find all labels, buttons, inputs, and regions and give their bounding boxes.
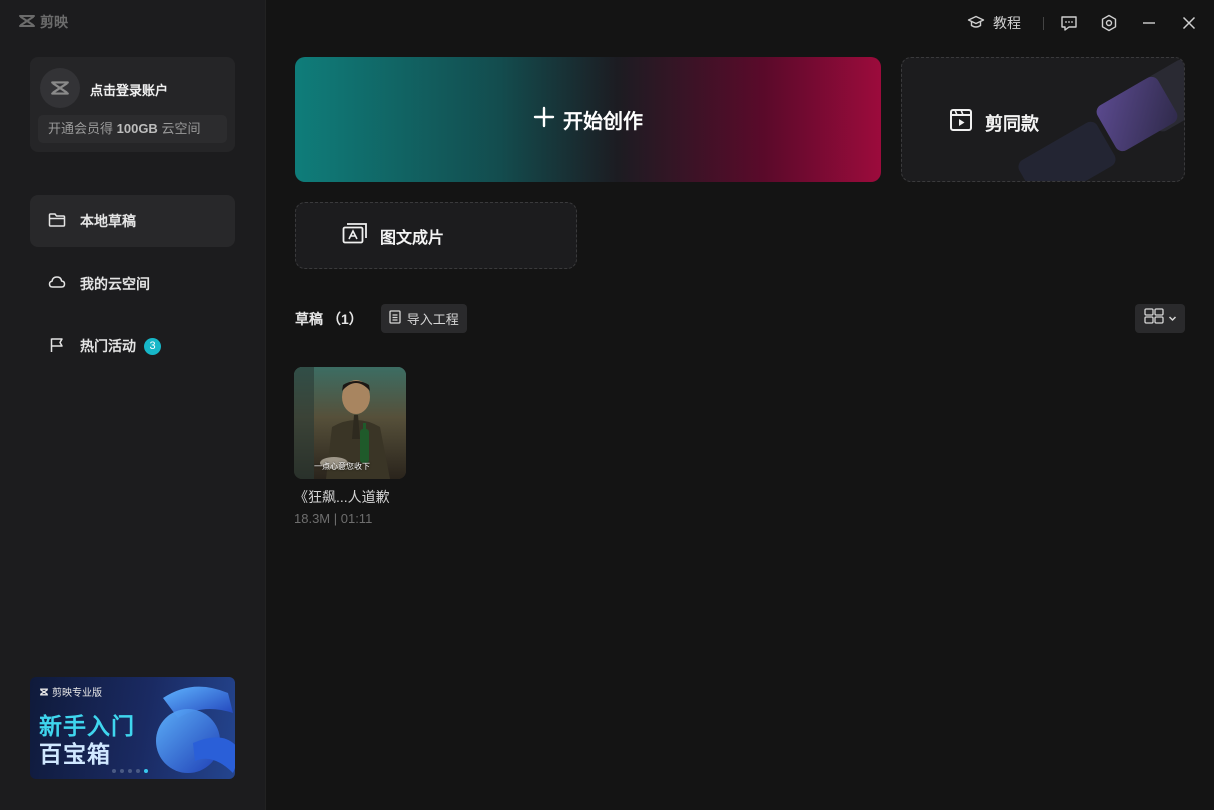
sidebar-nav: 本地草稿 我的云空间 热门活动 3 <box>30 195 235 383</box>
cloud-icon <box>48 274 66 293</box>
banner-dot-active[interactable] <box>144 769 148 773</box>
text-image-icon <box>342 222 368 249</box>
banner-dot[interactable] <box>112 769 116 773</box>
app-logo-text: 剪映 <box>40 14 68 30</box>
sidebar-item-local-drafts[interactable]: 本地草稿 <box>30 195 235 247</box>
template-label: 剪同款 <box>985 113 1039 134</box>
settings-button[interactable] <box>1098 12 1120 34</box>
login-link[interactable]: 点击登录账户 <box>90 80 168 99</box>
vip-promo[interactable]: 开通会员得 100GB 云空间 <box>38 115 227 143</box>
image-to-video-label: 图文成片 <box>380 229 445 247</box>
grid-view-icon <box>1143 308 1164 329</box>
capcut-logo-icon <box>18 14 36 31</box>
app-logo: 剪映 <box>18 12 68 32</box>
banner-dot[interactable] <box>128 769 132 773</box>
draft-thumbnail[interactable]: 一点心意您收下 <box>294 367 406 479</box>
plus-icon <box>533 106 555 133</box>
tutorial-button[interactable]: 教程 <box>967 12 1021 34</box>
minimize-icon <box>1143 22 1155 24</box>
notification-badge: 3 <box>144 337 161 355</box>
titlebar-divider <box>1043 16 1044 30</box>
graduation-cap-icon <box>967 14 985 33</box>
banner-brand-text: 剪映专业版 <box>52 688 102 699</box>
import-project-button[interactable]: 导入工程 <box>380 304 467 333</box>
capcut-avatar-icon <box>51 81 69 95</box>
tutorial-label: 教程 <box>993 15 1021 31</box>
avatar[interactable] <box>40 68 80 108</box>
vip-amount: 100GB <box>116 121 158 136</box>
document-icon <box>389 310 401 327</box>
draft-item[interactable]: 一点心意您收下 《狂飙...人道歉 18.3M | 01:11 <box>294 367 414 526</box>
banner-dot[interactable] <box>136 769 140 773</box>
view-mode-toggle[interactable] <box>1135 304 1185 333</box>
gear-icon <box>1101 14 1117 32</box>
banner-title-line2: 百宝箱 <box>39 741 111 767</box>
banner-pagination[interactable] <box>112 769 148 773</box>
feedback-button[interactable] <box>1058 12 1080 34</box>
thumb-caption: 一点心意您收下 <box>314 462 370 471</box>
draft-meta: 18.3M | 01:11 <box>294 511 373 526</box>
capcut-logo-icon <box>40 688 48 695</box>
folder-icon <box>48 212 66 231</box>
template-icon <box>949 108 973 137</box>
drafts-count: （1） <box>327 310 363 327</box>
import-project-label: 导入工程 <box>406 312 459 327</box>
promo-banner[interactable]: 剪映专业版 新手入门 百宝箱 <box>30 677 235 779</box>
sidebar-item-events[interactable]: 热门活动 3 <box>30 320 235 372</box>
close-icon <box>1182 16 1196 30</box>
flag-icon <box>48 337 66 356</box>
drafts-header: 草稿 （1） 导入工程 <box>295 304 467 333</box>
sidebar-item-label: 我的云空间 <box>80 275 150 292</box>
start-create-label: 开始创作 <box>563 111 643 133</box>
draft-name[interactable]: 《狂飙...人道歉 <box>294 487 414 507</box>
account-card[interactable]: 点击登录账户 开通会员得 100GB 云空间 <box>30 57 235 152</box>
sidebar-item-label: 本地草稿 <box>80 213 136 229</box>
banner-brand: 剪映专业版 <box>39 684 102 699</box>
vip-suffix: 云空间 <box>157 121 201 136</box>
titlebar-actions: 教程 <box>967 12 1200 34</box>
banner-dot[interactable] <box>120 769 124 773</box>
image-to-video-button[interactable]: 图文成片 <box>295 202 577 269</box>
sidebar-item-cloud[interactable]: 我的云空间 <box>30 258 235 310</box>
start-create-button[interactable]: 开始创作 <box>295 57 881 182</box>
vip-prefix: 开通会员得 <box>48 121 117 136</box>
chevron-down-icon <box>1168 310 1177 328</box>
template-button[interactable]: 剪同款 <box>901 57 1185 182</box>
sidebar: 剪映 点击登录账户 开通会员得 100GB 云空间 本地草稿 我的云空间 热门活… <box>0 0 266 810</box>
minimize-button[interactable] <box>1138 12 1160 34</box>
sidebar-item-label: 热门活动 <box>80 338 136 354</box>
drafts-title: 草稿 <box>295 310 323 327</box>
banner-3d-art <box>156 686 235 773</box>
feedback-icon <box>1061 15 1077 31</box>
close-button[interactable] <box>1178 12 1200 34</box>
